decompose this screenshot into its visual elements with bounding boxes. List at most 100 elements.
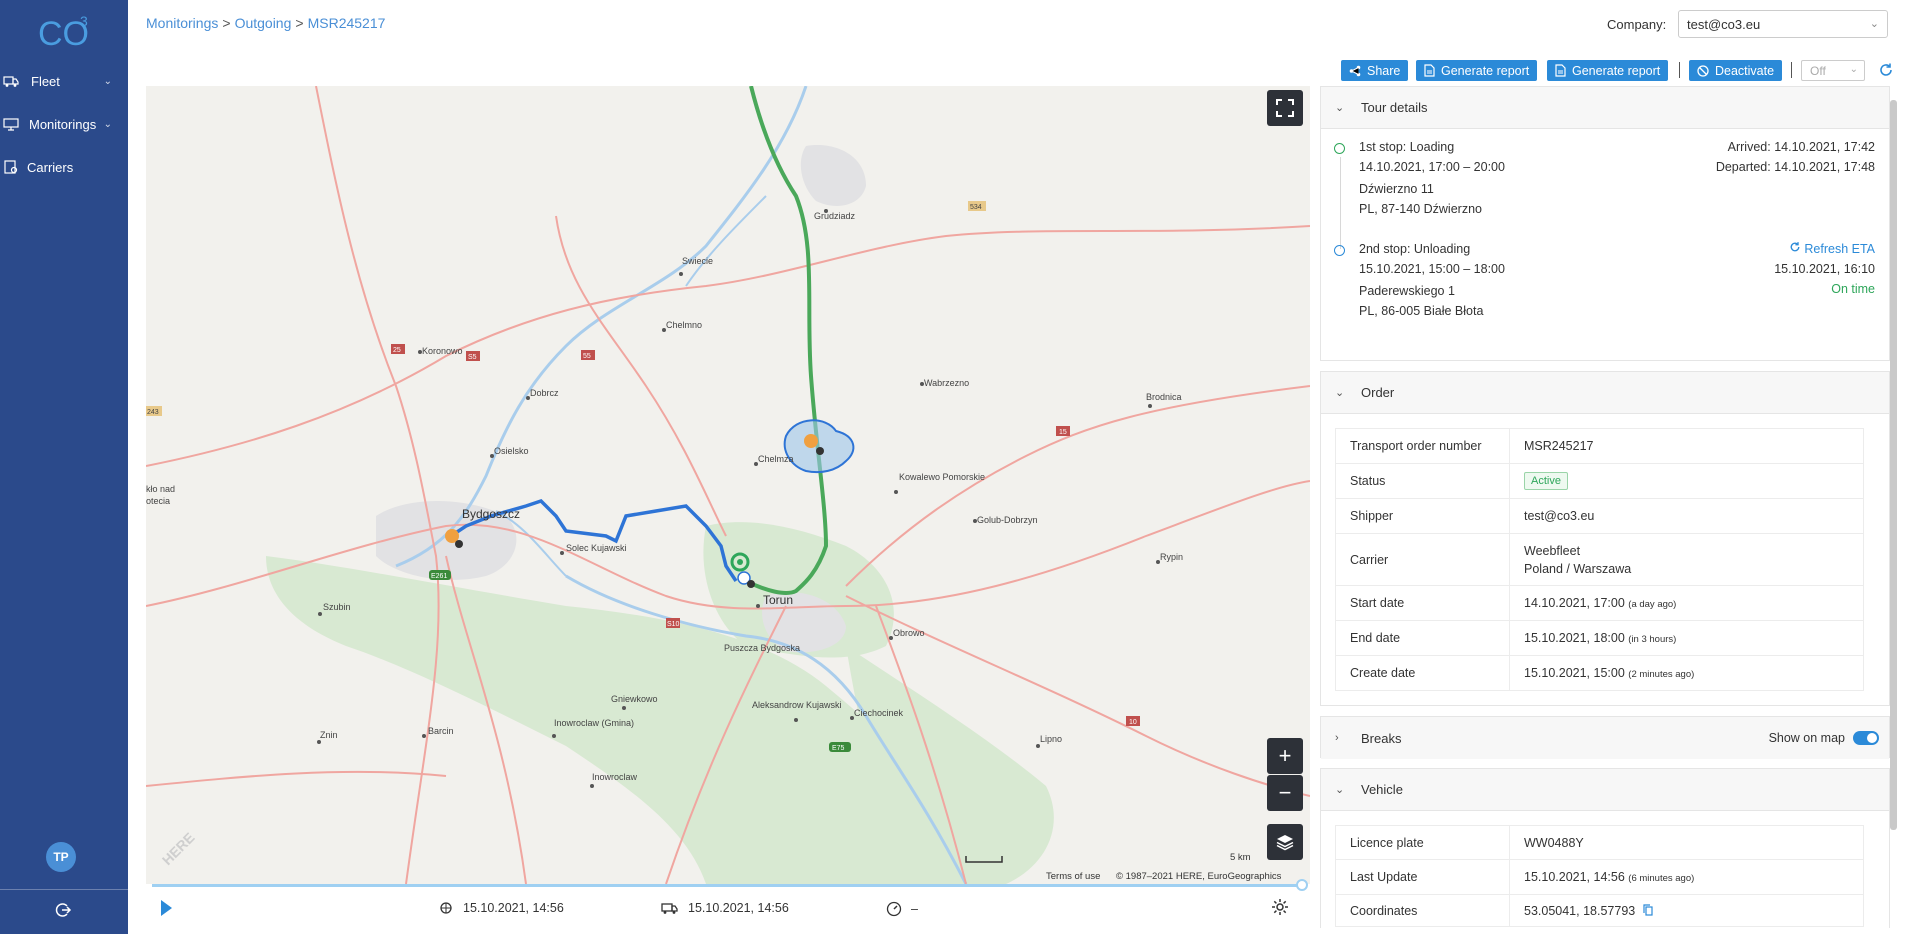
show-on-map-label: Show on map (1768, 731, 1845, 745)
breaks-panel: › Breaks Show on map (1320, 716, 1890, 759)
logout-icon[interactable] (54, 901, 72, 919)
relative-time: (a day ago) (1628, 599, 1677, 610)
map-view[interactable]: Grudziadz Swiecie Chelmno Koronowo Dobrc… (146, 86, 1310, 884)
breadcrumb-separator: > (295, 15, 304, 31)
chevron-down-icon: ⌄ (1869, 18, 1879, 30)
playback-track[interactable] (152, 884, 1302, 887)
order-key: Status (1335, 463, 1510, 499)
svg-text:S10: S10 (667, 621, 680, 628)
order-value: test@co3.eu (1509, 498, 1864, 534)
vehicle-panel: ⌄ Vehicle Licence plate WW0488Y Last Upda… (1320, 768, 1890, 928)
panel-scrollbar[interactable] (1888, 100, 1898, 920)
fullscreen-button[interactable] (1267, 90, 1303, 126)
deactivate-button[interactable]: Deactivate (1689, 60, 1783, 81)
order-value: 14.10.2021, 17:00 (1524, 596, 1625, 610)
chevron-down-icon: ⌄ (1849, 64, 1858, 75)
breadcrumb-outgoing[interactable]: Outgoing (235, 15, 292, 31)
order-key: Transport order number (1335, 428, 1510, 464)
svg-text:Osielsko: Osielsko (494, 446, 529, 456)
svg-text:Ciechocinek: Ciechocinek (854, 708, 904, 718)
generate-report-button[interactable]: Generate report (1416, 60, 1538, 81)
playback-handle[interactable] (1296, 879, 1308, 891)
status-badge: Active (1524, 472, 1568, 490)
truck-icon (661, 903, 678, 914)
svg-text:Rypin: Rypin (1160, 552, 1183, 562)
stop2-window: 15.10.2021, 15:00 – 18:00 (1359, 262, 1505, 276)
vehicle-value: 15.10.2021, 14:56 (1524, 870, 1625, 884)
toolbar-separator (1679, 62, 1680, 78)
off-select-value: Off (1810, 64, 1826, 78)
tour-details-panel: ⌄ Tour details 1st stop: Loading 14.10.2… (1320, 86, 1890, 361)
deactivate-label: Deactivate (1715, 63, 1775, 78)
order-value: MSR245217 (1509, 428, 1864, 464)
breadcrumb-current[interactable]: MSR245217 (308, 15, 386, 31)
svg-text:Inowroclaw: Inowroclaw (592, 772, 638, 782)
svg-text:Golub-Dobrzyn: Golub-Dobrzyn (977, 515, 1038, 525)
sidebar-item-label: Carriers (27, 159, 74, 175)
zoom-in-button[interactable]: + (1267, 738, 1303, 774)
copy-icon[interactable] (1643, 903, 1653, 916)
signal-icon (440, 902, 452, 914)
satellite-time: 15.10.2021, 14:56 (438, 901, 564, 915)
svg-text:Inowroclaw (Gmina): Inowroclaw (Gmina) (554, 718, 634, 728)
playback-bar: 15.10.2021, 14:56 15.10.2021, 14:56 – (146, 879, 1310, 934)
order-value: 15.10.2021, 18:00 (1524, 631, 1625, 645)
avatar[interactable]: TP (46, 842, 76, 872)
document-icon (1555, 64, 1566, 77)
app-logo[interactable]: CO 3 (36, 10, 92, 53)
scrollbar-thumb[interactable] (1890, 100, 1897, 830)
breaks-title: Breaks (1361, 730, 1402, 746)
settings-button[interactable] (1270, 897, 1290, 922)
stop1-window: 14.10.2021, 17:00 – 20:00 (1359, 160, 1505, 174)
vehicle-title: Vehicle (1361, 782, 1403, 797)
map-canvas[interactable]: Grudziadz Swiecie Chelmno Koronowo Dobrc… (146, 86, 1310, 884)
refresh-icon[interactable] (1878, 62, 1896, 80)
vehicle-header[interactable]: ⌄ Vehicle (1321, 769, 1889, 811)
table-row: Shipper test@co3.eu (1335, 498, 1864, 534)
eta-status: On time (1831, 282, 1875, 296)
departed-label: Departed: (1715, 160, 1771, 174)
off-select[interactable]: Off ⌄ (1801, 60, 1865, 81)
refresh-eta-button[interactable]: Refresh ETA (1774, 239, 1875, 259)
vehicle-value: 53.05041, 18.57793 (1524, 903, 1636, 918)
map-terms-link[interactable]: Terms of use (1046, 871, 1100, 882)
show-on-map-toggle[interactable] (1853, 731, 1879, 745)
stop1-info: 1st stop: Loading 14.10.2021, 17:00 – 20… (1359, 137, 1505, 219)
sidebar-item-carriers[interactable]: Carriers (0, 151, 128, 183)
svg-text:Znin: Znin (320, 730, 338, 740)
svg-text:S5: S5 (468, 354, 477, 361)
generate-report-button-2[interactable]: Generate report (1547, 60, 1669, 81)
svg-text:E75: E75 (832, 745, 845, 752)
sidebar-item-label: Monitorings (29, 116, 97, 132)
table-row: Transport order number MSR245217 (1335, 428, 1864, 464)
table-row: End date 15.10.2021, 18:00 (in 3 hours) (1335, 620, 1864, 656)
order-title: Order (1361, 385, 1395, 400)
share-button[interactable]: Share (1341, 60, 1409, 81)
tour-details-header[interactable]: ⌄ Tour details (1321, 87, 1889, 129)
breadcrumb-monitorings[interactable]: Monitorings (146, 15, 218, 31)
vehicle-key: Licence plate (1335, 825, 1510, 860)
order-header[interactable]: ⌄ Order (1321, 372, 1889, 414)
svg-text:kło nad: kło nad (146, 484, 175, 494)
company-select[interactable]: test@co3.eu ⌄ (1678, 10, 1888, 38)
play-button[interactable] (159, 899, 173, 922)
stop1-city: PL, 87-140 Dźwierzno (1359, 202, 1482, 216)
layers-button[interactable] (1267, 824, 1303, 860)
play-icon (161, 900, 172, 916)
vehicle-table: Licence plate WW0488Y Last Update 15.10.20… (1335, 825, 1864, 927)
speed-value: – (911, 902, 918, 916)
stop1-street: Dźwierzno 11 (1359, 182, 1434, 196)
breaks-header[interactable]: › Breaks Show on map (1321, 717, 1889, 759)
generate-report-label: Generate report (1441, 63, 1530, 78)
sidebar-item-monitorings[interactable]: Monitorings ⌄ (0, 108, 128, 140)
table-row: Start date 14.10.2021, 17:00 (a day ago) (1335, 585, 1864, 621)
svg-text:534: 534 (970, 204, 982, 211)
zoom-out-button[interactable]: − (1267, 775, 1303, 811)
document-icon (1424, 64, 1435, 77)
carrier-name: Weebfleet (1524, 543, 1581, 558)
stop2-title: 2nd stop: Unloading (1359, 242, 1471, 256)
svg-text:Swiecie: Swiecie (682, 256, 713, 266)
svg-text:Puszcza Bydgoska: Puszcza Bydgoska (724, 643, 800, 653)
svg-text:Barcin: Barcin (428, 726, 454, 736)
breadcrumb: Monitorings > Outgoing > MSR245217 (146, 15, 385, 31)
